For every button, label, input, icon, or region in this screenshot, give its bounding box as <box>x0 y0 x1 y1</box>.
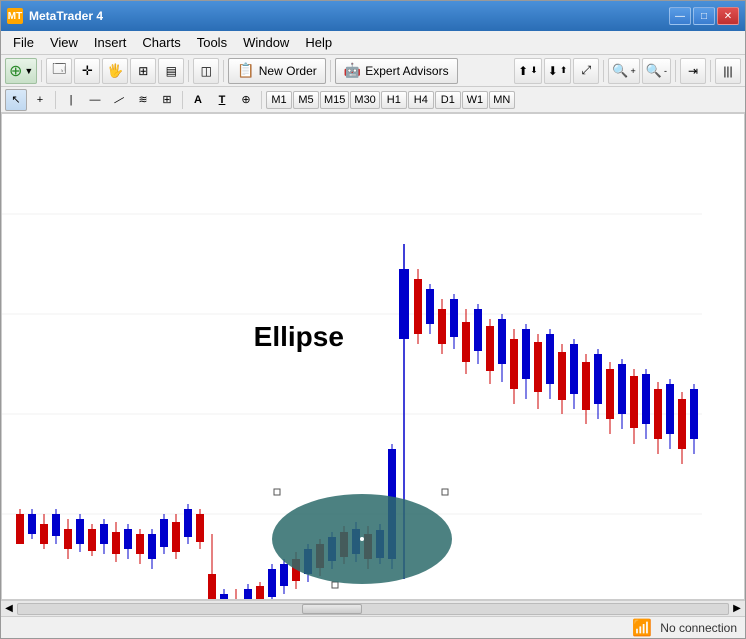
move-button[interactable]: 🖐 <box>102 58 128 84</box>
title-bar: MT MetaTrader 4 — □ ✕ <box>1 1 745 31</box>
toolbar-main: ⊕ ▼ 🗔 ✛ 🖐 ⊞ ▤ ◫ 📋 New Order <box>1 55 745 87</box>
scroll-right-button[interactable]: ▶ <box>729 601 745 617</box>
cursor-tool-button[interactable]: ↖ <box>5 89 27 111</box>
zoom-out-button[interactable]: 🔍- <box>642 58 671 84</box>
templates-button[interactable]: ◫ <box>193 58 219 84</box>
expert-advisors-label: Expert Advisors <box>365 64 448 78</box>
tf-mn[interactable]: MN <box>489 91 515 109</box>
trend-line-button[interactable]: — <box>104 84 134 114</box>
crosshair-tool-button[interactable]: + <box>29 89 51 111</box>
text-tool-button[interactable]: A <box>187 89 209 111</box>
status-bar: 📶 No connection <box>1 616 745 638</box>
new-order-label: New Order <box>259 64 317 78</box>
minimize-button[interactable]: — <box>669 7 691 25</box>
menu-file[interactable]: File <box>5 33 42 52</box>
vertical-line-button[interactable]: | <box>60 89 82 111</box>
new-chart-button[interactable]: ⊕ ▼ <box>5 58 37 84</box>
zoom-select-button[interactable]: ⊞ <box>130 58 156 84</box>
close-trade-button[interactable]: ⤢ <box>573 58 599 84</box>
maximize-button[interactable]: □ <box>693 7 715 25</box>
drawing-separator-3 <box>261 91 262 109</box>
zoom-in-button[interactable]: 🔍+ <box>608 58 639 84</box>
connection-status: No connection <box>660 621 737 635</box>
scroll-left-button[interactable]: ◀ <box>1 601 17 617</box>
connection-icon: 📶 <box>632 618 652 638</box>
new-order-icon: 📋 <box>237 62 254 79</box>
scrollbar-track[interactable] <box>17 603 729 615</box>
title-bar-left: MT MetaTrader 4 <box>7 8 103 24</box>
title-bar-text: MetaTrader 4 <box>29 9 103 23</box>
properties-button[interactable]: ▤ <box>158 58 184 84</box>
back-button[interactable]: 🗔 <box>46 58 72 84</box>
scroll-right-button[interactable]: ⇥ <box>680 58 706 84</box>
menu-tools[interactable]: Tools <box>189 33 235 52</box>
gann-fan-button[interactable]: ⊞ <box>156 89 178 111</box>
toolbar-separator-4 <box>330 60 331 82</box>
menu-window[interactable]: Window <box>235 33 297 52</box>
menu-bar: File View Insert Charts Tools Window Hel… <box>1 31 745 55</box>
timeframe-bar: M1 M5 M15 M30 H1 H4 D1 W1 MN <box>266 91 515 109</box>
new-order-button[interactable]: 📋 New Order <box>228 58 325 84</box>
buy-button[interactable]: ⬆⬇ <box>514 58 542 84</box>
chart-area[interactable]: Ellipse <box>1 113 745 600</box>
toolbar-drawing: ↖ + | — — ≋ ⊞ A T ⊕ M1 M5 M15 M30 H1 H4 … <box>1 87 745 113</box>
menu-insert[interactable]: Insert <box>86 33 135 52</box>
sell-button[interactable]: ⬇⬆ <box>544 58 572 84</box>
menu-help[interactable]: Help <box>297 33 340 52</box>
tf-w1[interactable]: W1 <box>462 91 488 109</box>
tf-m30[interactable]: M30 <box>350 91 379 109</box>
app-icon: MT <box>7 8 23 24</box>
toolbar-separator-7 <box>710 60 711 82</box>
scrollbar-thumb[interactable] <box>302 604 362 614</box>
toolbar-separator-5 <box>603 60 604 82</box>
tf-m5[interactable]: M5 <box>293 91 319 109</box>
horizontal-scrollbar[interactable]: ◀ ▶ <box>1 600 745 616</box>
tf-d1[interactable]: D1 <box>435 91 461 109</box>
horizontal-line-button[interactable]: — <box>84 89 106 111</box>
main-window: MT MetaTrader 4 — □ ✕ File View Insert C… <box>0 0 746 639</box>
period-sep-button[interactable]: ||| <box>715 58 741 84</box>
tf-h1[interactable]: H1 <box>381 91 407 109</box>
drawing-separator-1 <box>55 91 56 109</box>
label-tool-button[interactable]: T <box>211 89 233 111</box>
crosshair-button[interactable]: ✛ <box>74 58 100 84</box>
expert-icon: 🤖 <box>344 62 361 79</box>
toolbar-separator-6 <box>675 60 676 82</box>
channel-tool-button[interactable]: ≋ <box>132 89 154 111</box>
toolbar-separator-1 <box>41 60 42 82</box>
fib-button[interactable]: ⊕ <box>235 89 257 111</box>
title-bar-controls: — □ ✕ <box>669 7 739 25</box>
toolbar-separator-2 <box>188 60 189 82</box>
toolbar-separator-3 <box>223 60 224 82</box>
tf-h4[interactable]: H4 <box>408 91 434 109</box>
chart-canvas <box>2 114 744 599</box>
expert-advisors-button[interactable]: 🤖 Expert Advisors <box>335 58 458 84</box>
close-button[interactable]: ✕ <box>717 7 739 25</box>
tf-m15[interactable]: M15 <box>320 91 349 109</box>
menu-charts[interactable]: Charts <box>134 33 188 52</box>
menu-view[interactable]: View <box>42 33 86 52</box>
status-right: 📶 No connection <box>632 618 737 638</box>
tf-m1[interactable]: M1 <box>266 91 292 109</box>
drawing-separator-2 <box>182 91 183 109</box>
